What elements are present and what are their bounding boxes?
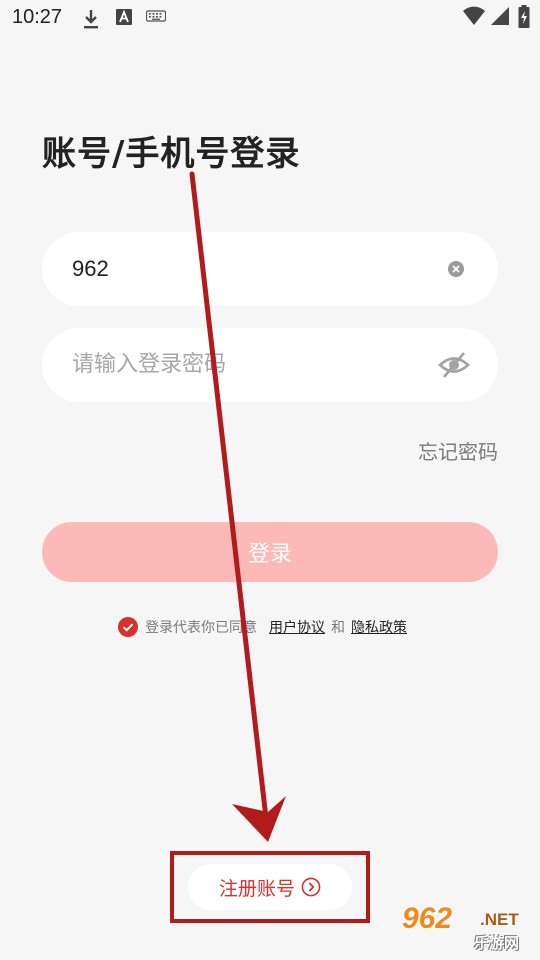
forgot-password-link[interactable]: 忘记密码 — [418, 436, 498, 465]
user-agreement-link[interactable]: 用户协议 — [269, 617, 325, 637]
register-highlight-box: 注册账号 — [170, 851, 370, 923]
check-circle-icon[interactable] — [118, 617, 138, 637]
watermark-logo: 962 .NET 乐游网 — [402, 902, 536, 956]
page-title: 账号/手机号登录 — [42, 134, 301, 174]
wifi-icon — [463, 6, 485, 25]
account-field[interactable]: 962 — [42, 232, 498, 306]
watermark-suffix: .NET — [480, 910, 519, 929]
watermark-caption: 乐游网 — [474, 934, 520, 952]
status-time: 10:27 — [12, 6, 63, 28]
signal-icon — [491, 7, 509, 25]
eye-hidden-icon[interactable] — [438, 350, 470, 380]
font-icon — [116, 9, 132, 25]
chevron-right-circle-icon — [301, 877, 321, 897]
login-button[interactable]: 登录 — [42, 522, 498, 582]
account-input[interactable]: 962 — [72, 232, 109, 306]
battery-charging-icon — [518, 5, 530, 28]
register-label: 注册账号 — [218, 877, 295, 900]
clear-icon[interactable] — [448, 261, 464, 277]
password-field[interactable]: 请输入登录密码 — [42, 328, 498, 402]
privacy-policy-link[interactable]: 隐私政策 — [351, 617, 407, 637]
agreement-text: 登录代表你已同意 — [145, 620, 257, 636]
watermark-number: 962 — [402, 902, 453, 935]
status-bar: 10:27 — [0, 0, 540, 36]
password-input[interactable]: 请输入登录密码 — [72, 328, 226, 402]
agreement-row: 登录代表你已同意 用户协议 和 隐私政策 — [118, 616, 407, 638]
download-icon — [84, 10, 98, 29]
keyboard-icon — [146, 10, 166, 22]
register-button[interactable]: 注册账号 — [188, 864, 352, 910]
agreement-conjunction: 和 — [331, 620, 345, 636]
